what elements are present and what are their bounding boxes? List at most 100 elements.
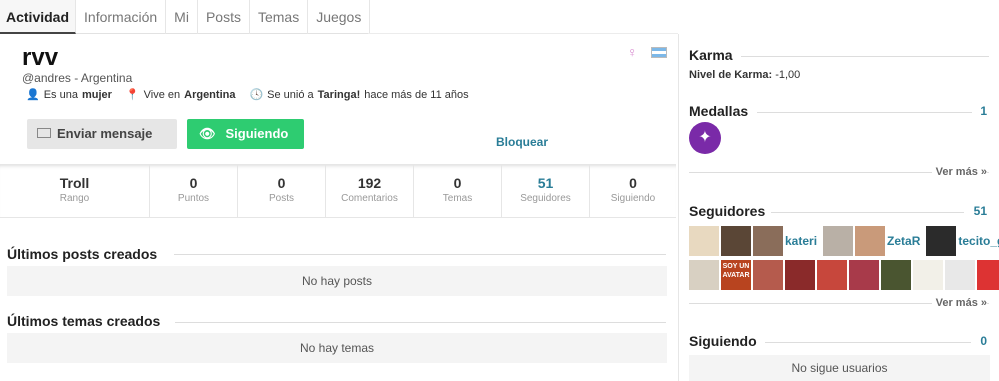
country-value: Argentina (184, 88, 236, 101)
argentina-flag-icon (651, 47, 667, 58)
tab-mi[interactable]: Mi (166, 0, 198, 34)
envelope-icon (37, 128, 51, 138)
follower-avatar[interactable] (823, 226, 854, 256)
clock-icon: 🕓 (249, 89, 264, 101)
no-topics-box: No hay temas (7, 333, 667, 363)
stat-label: Puntos (177, 193, 210, 204)
followers-avatars-row-2: SOY UN AVATAR (689, 260, 999, 290)
stat-value: 0 (277, 175, 286, 191)
tab-posts[interactable]: Posts (198, 0, 250, 34)
tab-juegos[interactable]: Juegos (308, 0, 371, 34)
stat-value: 0 (453, 175, 462, 191)
latest-posts-title: Últimos posts creados (7, 246, 158, 262)
stat-label: Comentarios (341, 193, 398, 204)
follower-avatar[interactable] (753, 226, 783, 256)
following-count[interactable]: 0 (980, 334, 987, 348)
medals-count[interactable]: 1 (980, 104, 987, 118)
followers-ver-mas-link[interactable]: Ver más » (931, 297, 987, 309)
stat-label: Siguiendo (610, 193, 656, 204)
stat-value: 0 (629, 175, 637, 191)
gender-info: 👤 Es una mujer (26, 88, 112, 102)
following-title: Siguiendo (689, 333, 757, 349)
follower-avatar[interactable] (689, 260, 719, 290)
stat-puntos: 0 Puntos (150, 165, 238, 217)
followers-title: Seguidores (689, 203, 766, 219)
follower-avatar[interactable] (855, 226, 886, 256)
stat-comentarios: 192 Comentarios (326, 165, 414, 217)
location-info: 📍 Vive en Argentina (125, 88, 236, 102)
stat-label: Temas (442, 193, 473, 204)
profile-meta: 👤 Es una mujer 📍 Vive en Argentina 🕓 Se … (26, 88, 469, 102)
send-message-label: Enviar mensaje (57, 126, 153, 141)
tab-actividad[interactable]: Actividad (0, 0, 77, 34)
followers-avatars-row-1: kateri ZetaR tecito_g (689, 226, 999, 256)
following-button[interactable]: 👁 Siguiendo (187, 119, 304, 149)
stat-siguiendo: 0 Siguiendo (590, 165, 676, 217)
female-icon: ♀ (627, 44, 638, 60)
follower-avatar[interactable] (977, 260, 999, 290)
follower-name[interactable]: ZetaR (887, 226, 920, 256)
profile-tabs: Actividad Información Mi Posts Temas Jue… (0, 0, 371, 34)
joined-info: 🕓 Se unió a Taringa! hace más de 11 años (249, 88, 469, 102)
sidebar-divider (757, 112, 972, 113)
stat-temas: 0 Temas (414, 165, 502, 217)
stat-label: Seguidores (520, 193, 571, 204)
stat-posts: 0 Posts (238, 165, 326, 217)
follower-avatar[interactable] (689, 226, 719, 256)
follower-avatar[interactable] (926, 226, 957, 256)
stat-seguidores[interactable]: 51 Seguidores (502, 165, 590, 217)
follower-avatar[interactable]: SOY UN AVATAR (721, 260, 751, 290)
follower-avatar[interactable] (721, 226, 751, 256)
following-label: Siguiendo (225, 126, 289, 141)
no-posts-box: No hay posts (7, 266, 667, 296)
sidebar-divider (741, 56, 989, 57)
sidebar-divider (765, 342, 971, 343)
profile-username: rvv (22, 44, 59, 71)
block-link[interactable]: Bloquear (496, 135, 548, 149)
tab-temas[interactable]: Temas (250, 0, 309, 34)
follower-name[interactable]: kateri (785, 226, 817, 256)
tab-informacion[interactable]: Información (76, 0, 167, 34)
stat-label: Posts (268, 193, 294, 204)
send-message-button[interactable]: Enviar mensaje (27, 119, 177, 149)
user-icon: 👤 (26, 89, 40, 101)
medals-ver-mas-link[interactable]: Ver más » (931, 166, 987, 178)
follower-avatar[interactable] (849, 260, 879, 290)
eye-icon: 👁 (199, 126, 216, 141)
karma-title: Karma (689, 47, 733, 63)
tabs-divider (368, 33, 678, 34)
stat-label: Rango (59, 193, 90, 204)
stat-value: Troll (59, 175, 90, 191)
follower-avatar[interactable] (817, 260, 847, 290)
profile-sidebar: Karma Nivel de Karma: -1,00 Medallas 1 ✦… (678, 34, 999, 381)
follower-avatar[interactable] (881, 260, 911, 290)
follower-name[interactable]: tecito_g (958, 226, 999, 256)
follower-avatar[interactable] (785, 260, 815, 290)
karma-value: -1,00 (775, 69, 801, 81)
gender-value: mujer (81, 88, 112, 101)
section-divider (174, 254, 666, 255)
site-name: Taringa! (317, 88, 361, 101)
joined-prefix: Se unió a (267, 88, 314, 101)
followers-count[interactable]: 51 (974, 204, 987, 218)
profile-handle: @andres - Argentina (22, 71, 133, 85)
sidebar-divider (771, 212, 964, 213)
latest-topics-title: Últimos temas creados (7, 313, 161, 329)
joined-suffix: hace más de 11 años (364, 88, 469, 101)
section-divider (175, 322, 666, 323)
medals-title: Medallas (689, 103, 749, 119)
karma-level: Nivel de Karma: -1,00 (689, 69, 800, 81)
no-following-box: No sigue usuarios (689, 355, 990, 381)
karma-label: Nivel de Karma: (689, 69, 773, 81)
follower-avatar[interactable] (753, 260, 783, 290)
location-pin-icon: 📍 (125, 89, 140, 101)
stat-rango: Troll Rango (0, 165, 150, 217)
profile-page: Actividad Información Mi Posts Temas Jue… (0, 0, 999, 381)
follower-avatar[interactable] (945, 260, 975, 290)
gender-prefix: Es una (43, 88, 78, 101)
stat-value: 192 (357, 175, 382, 191)
stat-value: 0 (189, 175, 198, 191)
stat-value: 51 (537, 175, 554, 191)
medal-badge-icon[interactable]: ✦ (689, 122, 721, 154)
follower-avatar[interactable] (913, 260, 943, 290)
